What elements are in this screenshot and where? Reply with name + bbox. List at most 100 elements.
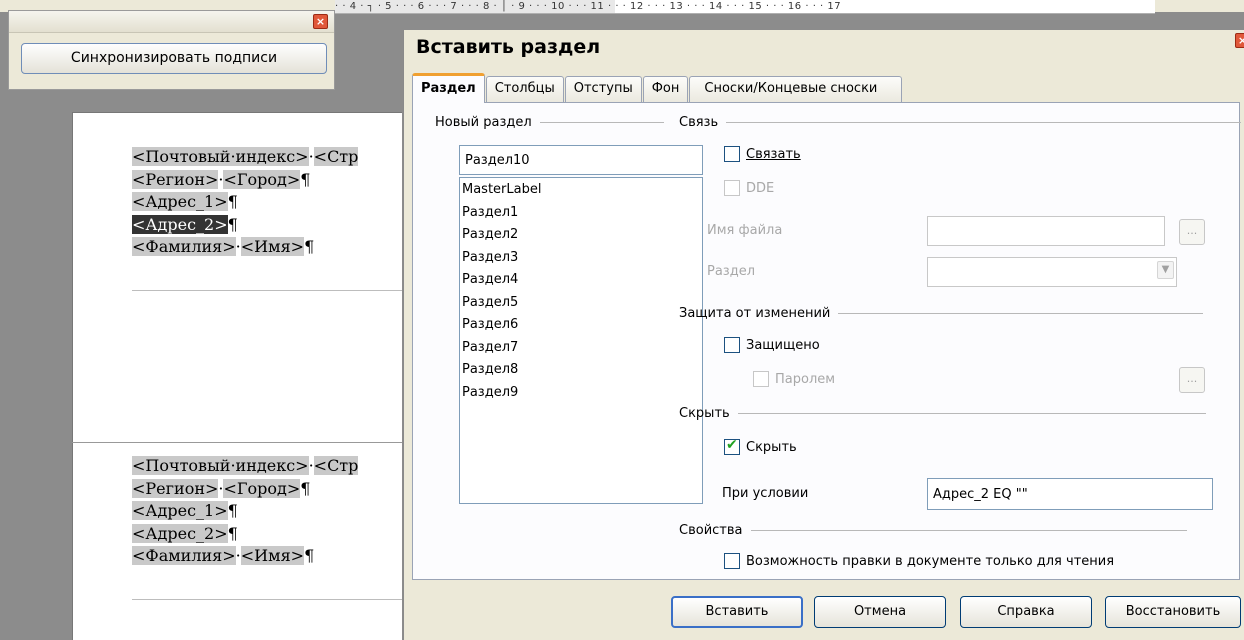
list-item[interactable]: Раздел8 <box>462 359 700 382</box>
list-item[interactable]: Раздел7 <box>462 337 700 360</box>
list-item[interactable]: Раздел1 <box>462 202 700 225</box>
sync-labels-button[interactable]: Синхронизировать подписи <box>21 43 327 74</box>
merge-field[interactable]: <Фамилия> <box>132 237 236 256</box>
dde-label: DDE <box>746 180 775 196</box>
help-button[interactable]: Справка <box>960 596 1092 628</box>
password-label: Паролем <box>775 371 836 387</box>
label-line: <Почтовый·индекс>·<Стр <box>132 455 359 478</box>
link-section-select[interactable]: ▼ <box>927 257 1177 287</box>
link-label: Связать <box>746 146 801 162</box>
condition-input[interactable]: Адрес_2 EQ "" <box>927 478 1213 510</box>
merge-field[interactable]: <Город> <box>223 169 301 189</box>
merge-field[interactable]: <Адрес_1> <box>132 501 228 520</box>
close-icon[interactable]: × <box>313 14 328 29</box>
label-line: <Адрес_1>¶ <box>132 500 358 523</box>
ruler-scale: · · 4 · ┐ · 5 · · · 6 · · · 7 · · · 8 · … <box>335 1 842 12</box>
label-line: <Фамилия>·<Имя>¶ <box>132 236 358 259</box>
merge-field[interactable]: <Почтовый·индекс> <box>132 147 309 166</box>
merge-field[interactable]: <Город> <box>223 478 301 498</box>
horizontal-ruler[interactable]: · · 4 · ┐ · 5 · · · 6 · · · 7 · · · 8 · … <box>335 0 1155 14</box>
section-name-value: Раздел10 <box>465 152 530 168</box>
new-section-heading: Новый раздел <box>435 115 664 130</box>
protected-label: Защищено <box>746 337 820 353</box>
cancel-button[interactable]: Отмена <box>814 596 946 628</box>
dde-checkbox[interactable] <box>724 180 740 196</box>
tab-bar: Раздел Столбцы Отступы Фон Сноски/Концев… <box>412 72 903 103</box>
sync-labels-toolbar: × Синхронизировать подписи <box>8 10 335 90</box>
merge-field[interactable]: <Регион> <box>132 169 219 189</box>
link-checkbox[interactable] <box>724 146 740 162</box>
label-line: <Адрес_2>¶ <box>132 214 358 237</box>
merge-field[interactable]: <Адрес_2> <box>132 523 228 543</box>
insert-section-dialog: Вставить раздел × Раздел Столбцы Отступы… <box>403 30 1244 640</box>
list-item[interactable]: Раздел3 <box>462 247 700 270</box>
condition-value: Адрес_2 EQ "" <box>933 486 1028 502</box>
merge-field[interactable]: <Стр <box>313 147 359 166</box>
tab-footnotes[interactable]: Сноски/Концевые сноски <box>689 76 903 102</box>
hide-checkbox-row[interactable]: Скрыть <box>724 437 797 455</box>
merge-field[interactable]: <Почтовый·индекс> <box>132 456 309 475</box>
merge-field[interactable]: <Стр <box>313 456 359 475</box>
readonly-label: Возможность правки в документе только дл… <box>746 553 1115 569</box>
section-name-input[interactable]: Раздел10 <box>459 145 703 175</box>
readonly-checkbox-row[interactable]: Возможность правки в документе только дл… <box>724 553 1114 569</box>
label-line: <Адрес_2>¶ <box>132 523 358 546</box>
filename-label: Имя файла <box>707 223 783 238</box>
merge-field[interactable]: <Имя> <box>240 237 305 256</box>
insert-button[interactable]: Вставить <box>671 596 803 628</box>
dde-checkbox-row[interactable]: DDE <box>724 180 774 196</box>
hide-heading-text: Скрыть <box>679 406 730 421</box>
link-heading-text: Связь <box>679 115 719 130</box>
protected-checkbox[interactable] <box>724 337 740 353</box>
link-checkbox-row[interactable]: Связать <box>724 146 801 162</box>
tab-indents[interactable]: Отступы <box>564 76 642 102</box>
list-item[interactable]: Раздел2 <box>462 224 700 247</box>
toolbar-titlebar[interactable]: × <box>9 11 334 33</box>
field-separator: · <box>235 237 241 256</box>
hide-checkbox[interactable] <box>724 437 740 455</box>
field-separator: · <box>235 546 241 565</box>
merge-field[interactable]: <Фамилия> <box>132 546 236 565</box>
list-item[interactable]: MasterLabel <box>462 179 700 202</box>
browse-file-button[interactable]: ... <box>1179 219 1205 245</box>
password-checkbox[interactable] <box>753 371 769 387</box>
list-item[interactable]: Раздел5 <box>462 292 700 315</box>
new-section-heading-text: Новый раздел <box>435 115 532 130</box>
dialog-title: Вставить раздел <box>416 36 601 58</box>
list-item[interactable]: Раздел9 <box>462 382 700 405</box>
condition-label: При условии <box>722 486 809 501</box>
filename-input[interactable] <box>927 216 1165 246</box>
label-divider <box>132 290 402 291</box>
password-checkbox-row[interactable]: Паролем <box>753 371 835 387</box>
tab-columns[interactable]: Столбцы <box>485 76 564 102</box>
field-separator: · <box>308 456 314 475</box>
tab-section[interactable]: Раздел <box>412 73 485 103</box>
tab-background[interactable]: Фон <box>642 76 689 102</box>
label-line: <Фамилия>·<Имя>¶ <box>132 545 358 568</box>
reset-button[interactable]: Восстановить <box>1105 596 1241 628</box>
field-separator: · <box>308 147 314 166</box>
close-icon[interactable]: × <box>1235 33 1244 48</box>
chevron-down-icon[interactable]: ▼ <box>1157 261 1174 279</box>
label-boundary <box>72 442 402 443</box>
field-separator: ¶ <box>227 192 238 211</box>
field-separator: ¶ <box>304 546 315 565</box>
section-list[interactable]: MasterLabel Раздел1 Раздел2 Раздел3 Раздел4 Р… <box>459 177 703 504</box>
list-item[interactable]: Раздел4 <box>462 269 700 292</box>
label-line: <Почтовый·индекс>·<Стр <box>132 146 359 169</box>
properties-heading: Свойства <box>679 523 1187 538</box>
label-divider <box>132 599 402 600</box>
readonly-checkbox[interactable] <box>724 553 740 569</box>
merge-field[interactable]: <Регион> <box>132 478 219 498</box>
merge-field[interactable]: <Адрес_1> <box>132 192 228 211</box>
group-rule <box>539 122 664 123</box>
label-fields-2[interactable]: <Почтовый·индекс>·<Стр <Регион>·<Город>¶ <… <box>132 455 359 568</box>
list-item[interactable]: Раздел6 <box>462 314 700 337</box>
label-fields-1[interactable]: <Почтовый·индекс>·<Стр <Регион>·<Город>¶ <… <box>132 146 359 259</box>
merge-field[interactable]: <Имя> <box>240 546 305 565</box>
protection-heading: Защита от изменений <box>679 306 1204 321</box>
protected-checkbox-row[interactable]: Защищено <box>724 337 820 353</box>
password-button[interactable]: ... <box>1179 367 1205 393</box>
link-section-label: Раздел <box>707 264 756 279</box>
merge-field[interactable]: <Адрес_2> <box>132 214 228 234</box>
